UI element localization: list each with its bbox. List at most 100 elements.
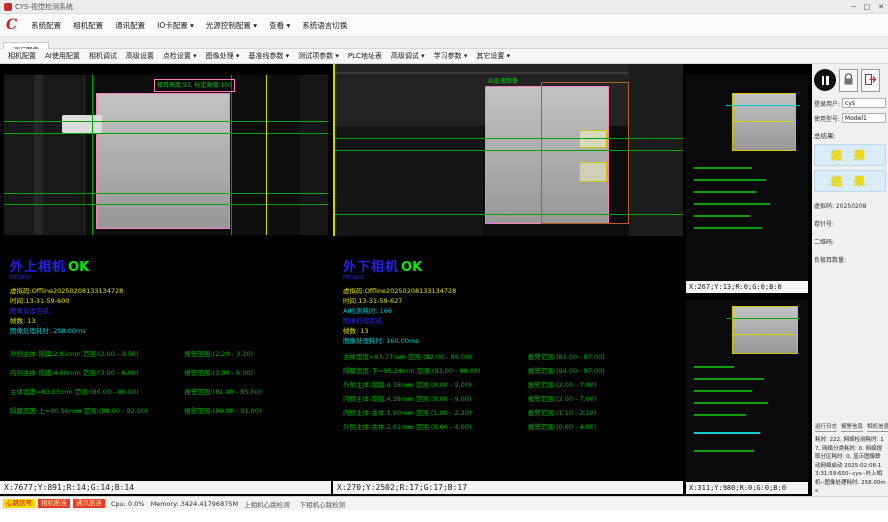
product-thumbnail [732, 306, 798, 354]
thumbnail-panel-top: X:267;Y:13;R:0;G:0;B:0 [686, 75, 808, 293]
measurement-value: 外侧主体-隔膜:2.91mm 范围:(2.00 - 3.50) [10, 345, 184, 364]
app-window: { "window": { "title": "CYS-视觉检测系统", "co… [0, 0, 888, 522]
info-row: 图像处理完成 [10, 306, 327, 316]
camera-viewport-lower[interactable]: AI处理图像 [333, 64, 683, 236]
overlay-edge-green [92, 75, 93, 235]
toolbar-item[interactable]: 相机调试 [89, 51, 117, 61]
login-user-field[interactable] [842, 98, 886, 108]
menubar-item[interactable]: 相机配置 [73, 20, 103, 31]
overlay-marker-yellow [333, 64, 335, 236]
menubar-item[interactable]: 系统配置 [31, 20, 61, 31]
overlay-baseline-green [4, 204, 328, 205]
menubar-item[interactable]: 查看 ▾ [269, 20, 290, 31]
run-controls [814, 67, 886, 93]
toolbar-item[interactable]: 测试项参数 ▾ [298, 51, 339, 61]
info-row: 虚拟码:Offline20250208133134728 [10, 286, 327, 296]
toolbar-item[interactable]: 其它设置 ▾ [476, 51, 510, 61]
qr-code-label: 二维码: [814, 237, 886, 246]
measurement-row: 内侧主体-主体:1.90mm 范围:(1.00 - 2.20) 报警范围:(1.… [343, 406, 679, 420]
overlay-baseline-green [4, 193, 328, 194]
log-tab[interactable]: 运行日志 [815, 422, 837, 432]
result-box: 结 果 [814, 144, 886, 166]
toolbar: 相机配置 AI使用配置相机调试高级设置点检设置 ▾ 图像处理 ▾ 基准线参数 ▾ 测试项… [0, 49, 888, 64]
camera-panel-upper: 极耳高度:93, 标定高度:100 外上相机OK MES输出 虚拟码:Offli… [0, 64, 331, 496]
alarm-range: 报警范围:(2.00 - 7.00) [528, 392, 679, 406]
thumb-text-line [694, 203, 770, 205]
product-image [96, 93, 230, 229]
log-tab[interactable]: 报警信息 [841, 422, 863, 432]
exit-button[interactable] [861, 69, 880, 92]
close-button[interactable]: ✕ [878, 3, 884, 11]
alarm-range: 报警范围:(94.00 - 97.00) [528, 364, 679, 378]
log-block: 运行日志报警信息相机信息 耗时: 222, 网络检测耗时: 17, 网络分类耗时… [815, 422, 886, 496]
measurement-value: 外侧主体-主体:2.61mm 范围:(0.60 - 4.00) [343, 420, 528, 434]
maximize-button[interactable]: □ [864, 3, 871, 11]
tab-highlight [579, 130, 607, 148]
status-ok: OK [401, 260, 422, 275]
mes-subtitle: MES输出 [10, 274, 327, 281]
mes-subtitle: MES输出 [343, 274, 679, 281]
menubar-item[interactable]: 光源控制配置 ▾ [206, 20, 257, 31]
menubar-item[interactable]: 通讯配置 [115, 20, 145, 31]
camera-title: 外上相机 [10, 260, 66, 275]
thumb-text-line [694, 378, 764, 380]
toolbar-item[interactable]: 图像处理 ▾ [206, 51, 240, 61]
virtual-code-label: 虚拟码: 20250208 [814, 201, 886, 210]
alarm-range: 报警范围:(2.00 - 7.00) [528, 378, 679, 392]
menubar-item[interactable]: 系统语言切换 [302, 20, 347, 31]
result-readout-lower: 外下相机OK MES输出 虚拟码:Offline2025020813313472… [343, 256, 679, 434]
pause-button[interactable] [814, 69, 836, 91]
measurement-row: 主体宽度=83.77mm 范围:(82.00 - 88.00) 报警范围:(83… [343, 350, 679, 364]
camera-panel-lower: AI处理图像 外下相机OK MES输出 虚拟码:Offline202502081… [333, 64, 683, 496]
minimize-button[interactable]: ─ [851, 3, 855, 11]
measurement-row: 隔膜宽度-下=95.24mm 范围:(93.00 - 98.00) 报警范围:(… [343, 364, 679, 378]
log-tab[interactable]: 相机信息 [867, 422, 888, 432]
measurement-value: 内侧主体-主体:1.90mm 范围:(1.00 - 2.20) [343, 406, 528, 420]
gripper-part [62, 115, 102, 133]
info-row: 时间:13-31-59-627 [343, 296, 679, 306]
status-badge: 通讯断连 [73, 499, 105, 508]
title-bar: CYS-视觉检测系统 ─ □ ✕ [0, 0, 888, 14]
thumbnail-viewport-bottom[interactable] [686, 300, 808, 482]
measurement-row: 主体宽度=83.05mm 范围:(80.00 - 86.00) 报警范围:(81… [10, 383, 327, 402]
negative-tab-count-label: 负极耳数量: [814, 255, 886, 264]
memory-label: Memory: 3424.41796875M [151, 500, 239, 508]
lock-button[interactable] [839, 69, 858, 92]
info-row: 时间:13-31-59-600 [10, 296, 327, 306]
toolbar-item[interactable]: AI使用配置 [45, 51, 80, 61]
info-row: 帧数: 13 [343, 326, 679, 336]
model-field[interactable] [842, 113, 886, 123]
measurement-row: 外侧主体-隔膜:2.91mm 范围:(2.00 - 3.50) 报警范围:(2.… [10, 345, 327, 364]
toolbar-item[interactable]: 基准线参数 ▾ [248, 51, 289, 61]
info-row: AI检测耗时: 166 [343, 306, 679, 316]
measurement-row: 内侧主体-隔膜:4.38mm 范围:(0.00 - 9.00) 报警范围:(2.… [343, 392, 679, 406]
ai-annotation: AI处理图像 [488, 76, 518, 85]
status-badge: 相机断连 [38, 499, 70, 508]
thumb-text-line [694, 402, 768, 404]
logout-icon [864, 73, 877, 88]
thumb-text-line [694, 215, 750, 217]
toolbar-item[interactable]: PLC地址表 [348, 51, 382, 61]
thumbnail-viewport-top[interactable] [686, 75, 808, 281]
toolbar-item[interactable]: 点检设置 ▾ [163, 51, 197, 61]
menubar-item[interactable]: IO卡配置 ▾ [157, 20, 194, 31]
overlay-baseline-green [4, 121, 328, 122]
status-ok: OK [68, 260, 89, 275]
measure-annotation: 极耳高度:93, 标定高度:100 [154, 79, 235, 92]
needle-number-label: 卷针号: [814, 219, 886, 228]
toolbar-item[interactable]: 高级设置 [126, 51, 154, 61]
toolbar-item[interactable]: 学习参数 ▾ [434, 51, 468, 61]
camera-viewport-upper[interactable]: 极耳高度:93, 标定高度:100 [4, 75, 328, 235]
result-box: 结 果 [814, 170, 886, 192]
measurement-value: 隔膜宽度-上=90.56mm 范围:(88.00 - 92.00) [10, 402, 184, 421]
thumb-text-line [694, 179, 766, 181]
overlay-edge-green [231, 75, 232, 235]
alarm-range: 报警范围:(89.00 - 91.00) [184, 402, 327, 421]
toolbar-item[interactable]: 高级调试 ▾ [391, 51, 425, 61]
toolbar-item[interactable]: 相机配置 [8, 51, 36, 61]
measurement-value: 内侧主体-隔膜:4.60mm 范围:(3.00 - 6.00) [10, 364, 184, 383]
overlay-yellow-line [732, 334, 796, 335]
alarm-range: 报警范围:(81.00 - 85.00) [184, 383, 327, 402]
status-badge: 心跳信号 [3, 499, 35, 508]
coordinate-bar-lower: X:270;Y:2502;R:17;G:17;B:17 [333, 481, 683, 494]
